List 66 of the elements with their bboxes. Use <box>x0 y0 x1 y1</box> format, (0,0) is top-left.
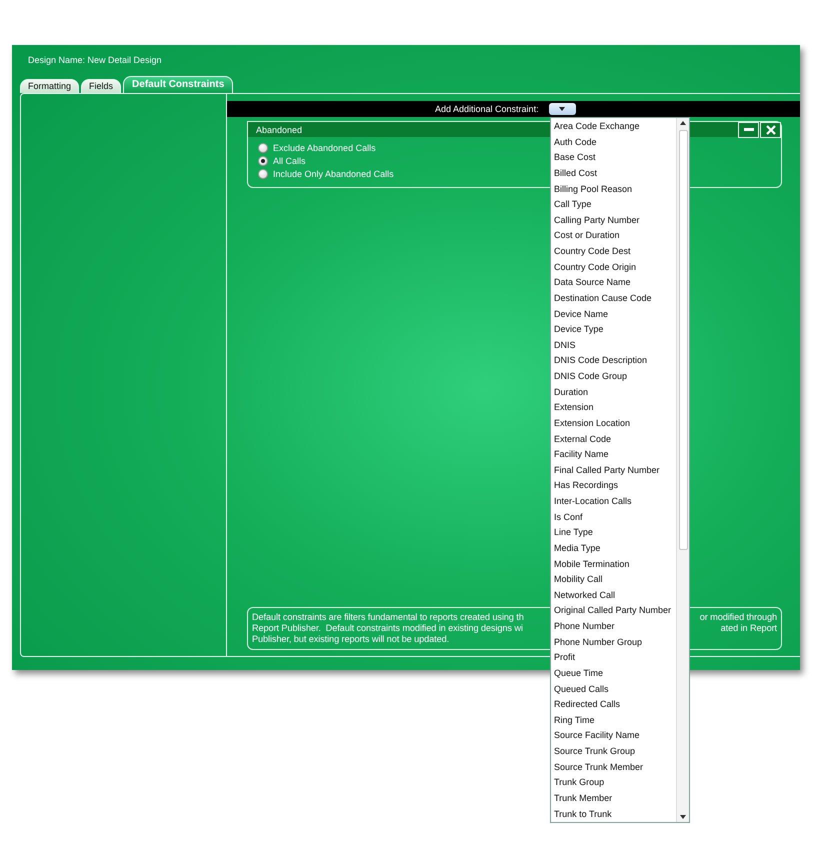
dropdown-item[interactable]: DNIS Code Description <box>551 353 676 369</box>
tab[interactable]: Formatting <box>20 79 80 93</box>
dropdown-item[interactable]: Final Called Party Number <box>551 462 676 478</box>
dropdown-item[interactable]: Calling Party Number <box>551 212 676 228</box>
minimize-button[interactable] <box>738 122 759 138</box>
dropdown-item[interactable]: Trunk Member <box>551 790 676 806</box>
scrollbar[interactable] <box>676 118 689 822</box>
dropdown-item[interactable]: Queued Calls <box>551 682 676 698</box>
dropdown-item[interactable]: Is Conf <box>551 510 676 526</box>
dropdown-item[interactable]: Media Type <box>551 540 676 556</box>
radio-label: Exclude Abandoned Calls <box>273 142 376 154</box>
panel-title: Abandoned <box>256 124 302 134</box>
caret-icon <box>559 107 566 111</box>
radio-button[interactable] <box>258 169 268 179</box>
dropdown-item[interactable]: Source Trunk Group <box>551 744 676 760</box>
dropdown-item[interactable]: Profit <box>551 650 676 666</box>
dropdown-item[interactable]: Area Code Exchange <box>551 119 676 135</box>
dropdown-item[interactable]: External Code <box>551 432 676 448</box>
dropdown-item[interactable]: Redirected Calls <box>551 697 676 713</box>
dropdown-item[interactable]: Device Type <box>551 322 676 338</box>
dropdown-item[interactable]: Billing Pool Reason <box>551 182 676 198</box>
tab[interactable]: Fields <box>81 79 122 93</box>
dropdown-item[interactable]: Base Cost <box>551 150 676 166</box>
dropdown-item[interactable]: Cost or Duration <box>551 228 676 244</box>
note-text: or modified through ated in Report <box>700 612 777 635</box>
dropdown-item[interactable]: Networked Call <box>551 588 676 604</box>
dropdown-item[interactable]: Duration <box>551 384 676 400</box>
dropdown-item[interactable]: Data Source Name <box>551 275 676 291</box>
dropdown-button[interactable] <box>548 103 576 115</box>
dropdown-item[interactable]: Original Called Party Number <box>551 603 676 619</box>
dropdown-item[interactable]: Has Recordings <box>551 478 676 494</box>
dropdown-item[interactable]: Destination Cause Code <box>551 290 676 306</box>
dropdown-item[interactable]: DNIS Code Group <box>551 369 676 385</box>
dropdown-item[interactable]: Call Type <box>551 197 676 213</box>
dropdown-item[interactable]: Trunk Group <box>551 775 676 791</box>
dropdown-item[interactable]: Facility Name <box>551 447 676 463</box>
dropdown-item[interactable]: DNIS <box>551 338 676 354</box>
dropdown-item[interactable]: Billed Cost <box>551 166 676 182</box>
dropdown-item[interactable]: Trunk to Trunk <box>551 806 676 822</box>
dropdown-item[interactable]: Source Facility Name <box>551 728 676 744</box>
dropdown-item[interactable]: Line Type <box>551 525 676 541</box>
radio-button[interactable] <box>258 143 268 153</box>
radio-label: Include Only Abandoned Calls <box>273 168 394 180</box>
scroll-thumb[interactable] <box>678 130 688 550</box>
dropdown-item[interactable]: Queue Time <box>551 666 676 682</box>
constraint-label: Add Additional Constraint: <box>435 104 539 114</box>
design-name: Design Name: New Detail Design <box>28 54 163 67</box>
dropdown-item[interactable]: Auth Code <box>551 134 676 150</box>
dropdown-item[interactable]: Mobile Termination <box>551 556 676 572</box>
dropdown-item[interactable]: Inter-Location Calls <box>551 494 676 510</box>
dropdown-item[interactable]: Extension <box>551 400 676 416</box>
dropdown-item[interactable]: Phone Number <box>551 619 676 635</box>
close-button[interactable] <box>760 122 781 138</box>
dropdown-item[interactable]: Source Trunk Member <box>551 760 676 776</box>
dropdown-item[interactable]: Device Name <box>551 306 676 322</box>
dropdown-item[interactable]: Phone Number Group <box>551 634 676 650</box>
dropdown-item[interactable]: Country Code Origin <box>551 260 676 276</box>
close-icon <box>766 124 776 134</box>
note-text: Default constraints are filters fundamental to reports created using th Report Publisher. Default constraints modified in existing designs wi Publisher, but existing reports will not be updated. <box>252 612 524 646</box>
radio-label: All Calls <box>273 155 306 167</box>
dropdown-item[interactable]: Extension Location <box>551 416 676 432</box>
dropdown-item[interactable]: Mobility Call <box>551 572 676 588</box>
radio-button[interactable] <box>258 156 268 166</box>
dropdown-item[interactable]: Ring Time <box>551 712 676 728</box>
minimize-icon <box>744 128 754 131</box>
dropdown-item[interactable]: Country Code Dest <box>551 244 676 260</box>
